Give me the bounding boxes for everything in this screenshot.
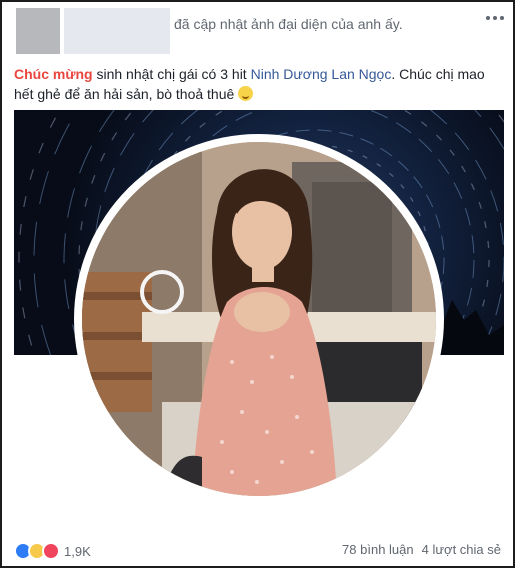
dot — [486, 16, 490, 20]
dot — [500, 16, 504, 20]
profile-photo-area[interactable] — [14, 110, 504, 530]
profile-picture[interactable] — [82, 142, 436, 496]
blurred-author-name[interactable] — [64, 8, 170, 54]
profile-picture-frame — [74, 134, 444, 504]
post-header: đã cập nhật ảnh đại diện của anh ấy. — [14, 8, 504, 56]
dot — [493, 16, 497, 20]
avatar[interactable] — [16, 8, 60, 54]
share-count[interactable]: 4 lượt chia sẻ — [422, 542, 501, 557]
comment-count[interactable]: 78 bình luận — [342, 542, 414, 557]
smile-emoji-icon — [238, 86, 254, 101]
reaction-summary[interactable]: 1,9K — [14, 540, 91, 562]
post-text: Chúc mừng sinh nhật chị gái có 3 hit Nin… — [14, 64, 504, 104]
mention-link[interactable]: Ninh Dương Lan Ngọc — [251, 66, 392, 82]
update-text: đã cập nhật ảnh đại diện của anh ấy. — [174, 16, 403, 32]
reaction-count[interactable]: 1,9K — [64, 544, 91, 559]
post-card: đã cập nhật ảnh đại diện của anh ấy. Chú… — [0, 0, 515, 568]
hashtag-link[interactable]: Chúc mừng — [14, 66, 93, 82]
profile-photo-graphic — [82, 142, 436, 496]
post-text-segment: sinh nhật chị gái có 3 hit — [92, 66, 251, 82]
post-stats: 78 bình luận 4 lượt chia sẻ — [342, 542, 501, 557]
love-reaction-icon — [42, 542, 60, 560]
more-icon[interactable] — [486, 12, 504, 24]
